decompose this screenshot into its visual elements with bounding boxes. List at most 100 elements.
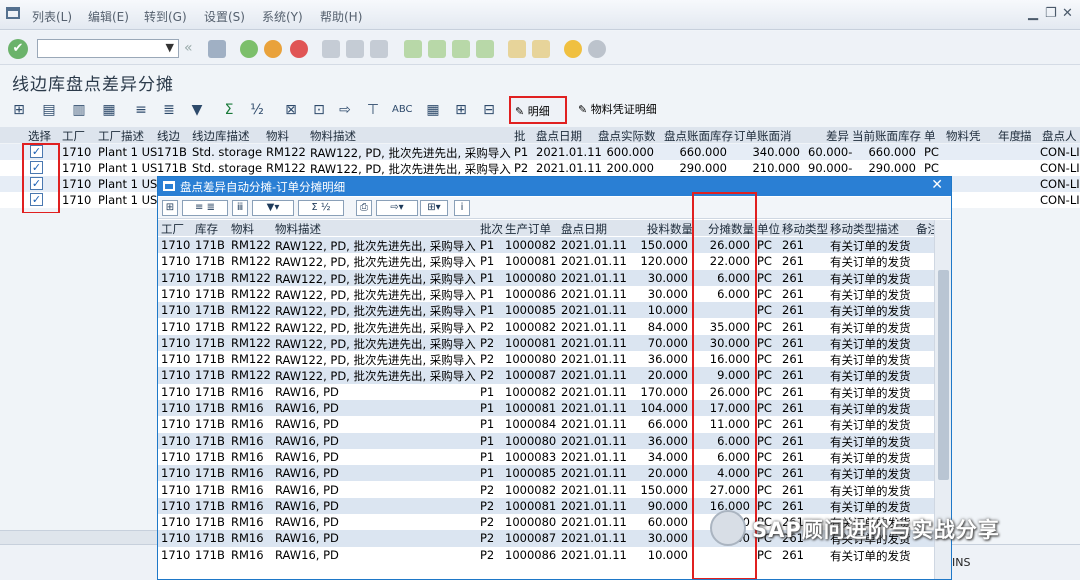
pcol-order[interactable]: 生产订单 xyxy=(505,221,551,237)
sort-descending-icon[interactable]: ≣ xyxy=(160,101,178,119)
filter-icon[interactable]: ▼ xyxy=(188,101,206,119)
cancel-icon[interactable] xyxy=(290,40,308,58)
col-line[interactable]: 线边 xyxy=(157,128,180,144)
popup-table-row[interactable]: 1710 171B RM122 RAW122, PD, 批次先进先出, 采购导入 P2 1… xyxy=(158,318,934,335)
popup-table-row[interactable]: 1710 171B RM122 RAW122, PD, 批次先进先出, 采购导入 P1 1… xyxy=(158,237,934,254)
menu-settings[interactable]: 设置(S) xyxy=(204,8,245,25)
col-material-desc[interactable]: 物料描述 xyxy=(310,128,356,144)
exit-icon[interactable] xyxy=(264,40,282,58)
menu-edit[interactable]: 编辑(E) xyxy=(88,8,129,25)
command-field[interactable]: ▼ xyxy=(37,39,179,58)
word-icon[interactable]: ⊡ xyxy=(310,101,328,119)
popup-table-row[interactable]: 1710 171B RM16 RAW16, PD P1 1000082 2021.01.11… xyxy=(158,383,934,400)
sap-menu-icon[interactable] xyxy=(6,7,20,19)
deselect-icon[interactable]: ▥ xyxy=(70,101,88,119)
col-batch[interactable]: 批 xyxy=(514,128,526,144)
popup-table-row[interactable]: 1710 171B RM16 RAW16, PD P1 1000083 2021.01.11… xyxy=(158,448,934,466)
settings-gear-icon[interactable] xyxy=(588,40,606,58)
col-desc2[interactable]: 描 xyxy=(1020,128,1032,144)
prev-page-icon[interactable] xyxy=(428,40,446,58)
popup-table-row[interactable]: 1710 171B RM16 RAW16, PD P2 1000081 2021.01.11… xyxy=(158,497,934,515)
layout-icon[interactable]: ⊞▾ xyxy=(420,200,448,216)
col-matdoc[interactable]: 物料凭 xyxy=(946,128,981,144)
close-window-icon[interactable]: ✕ xyxy=(1062,6,1073,21)
pcol-plant[interactable]: 工厂 xyxy=(161,221,184,237)
menu-system[interactable]: 系统(Y) xyxy=(262,8,303,25)
col-book-stock[interactable]: 盘点账面库存 xyxy=(664,128,733,144)
export-excel-icon[interactable]: ⊠ xyxy=(282,101,300,119)
restore-icon[interactable]: ❐ xyxy=(1045,6,1057,21)
popup-table-row[interactable]: 1710 171B RM16 RAW16, PD P1 1000084 2021.01.11… xyxy=(158,416,934,433)
back-icon[interactable] xyxy=(240,40,258,58)
find-next-icon[interactable] xyxy=(370,40,388,58)
save-icon[interactable] xyxy=(208,40,226,58)
popup-table-row[interactable]: 1710 171B RM16 RAW16, PD P1 1000080 2021.01.11… xyxy=(158,432,934,449)
main-table-row[interactable]: ✓1710Plant 1 US171BStd. storage 2RM122RA… xyxy=(0,160,1080,176)
pcol-storage[interactable]: 库存 xyxy=(195,221,218,237)
shortcut-icon[interactable] xyxy=(532,40,550,58)
col-unit[interactable]: 单 xyxy=(924,128,936,144)
main-table-row[interactable]: ✓1710Plant 1 US171BStd. storage 2RM122RA… xyxy=(0,144,1080,160)
chevron-down-icon[interactable]: ▼ xyxy=(166,41,174,54)
help-icon[interactable] xyxy=(564,40,582,58)
change-layout-icon[interactable]: ⊞ xyxy=(452,101,470,119)
block-icon[interactable]: ▦ xyxy=(100,101,118,119)
material-document-button[interactable]: ✎ 物料凭证明细 xyxy=(578,101,657,117)
subtotal-icon[interactable]: ½ xyxy=(248,101,266,119)
sort-ascending-icon[interactable]: ≡ xyxy=(132,101,150,119)
horizontal-scrollbar[interactable] xyxy=(0,530,157,544)
export-icon[interactable]: ⇨ xyxy=(336,101,354,119)
col-actual[interactable]: 盘点实际数 xyxy=(598,128,656,144)
popup-table-row[interactable]: 1710 171B RM122 RAW122, PD, 批次先进先出, 采购导入 P2 1… xyxy=(158,334,934,352)
col-plant-desc[interactable]: 工厂描述 xyxy=(98,128,144,144)
pcol-move-desc[interactable]: 移动类型描述 xyxy=(830,221,899,237)
details-icon[interactable]: ⊞ xyxy=(162,200,178,216)
menu-list[interactable]: 列表(L) xyxy=(32,8,72,25)
pcol-move-type[interactable]: 移动类型 xyxy=(782,221,828,237)
find-icon[interactable]: ⅲ xyxy=(232,200,248,216)
pcol-material[interactable]: 物料 xyxy=(231,221,254,237)
detail-button[interactable]: ✎ 明细 xyxy=(509,96,567,124)
first-page-icon[interactable] xyxy=(404,40,422,58)
popup-table-row[interactable]: 1710 171B RM16 RAW16, PD P2 1000082 2021.01.11… xyxy=(158,481,934,498)
back-arrows-icon[interactable]: « xyxy=(184,40,202,58)
scrollbar-thumb[interactable] xyxy=(938,270,949,480)
col-line-desc[interactable]: 线边库描述 xyxy=(192,128,250,144)
col-current-stock[interactable]: 当前账面库存 xyxy=(852,128,921,144)
menu-goto[interactable]: 转到(G) xyxy=(144,8,187,25)
total-icon[interactable]: Σ xyxy=(220,101,238,119)
minimize-icon[interactable]: ▁ xyxy=(1028,6,1038,21)
pcol-input-qty[interactable]: 投料数量 xyxy=(647,221,693,237)
menu-help[interactable]: 帮助(H) xyxy=(320,8,362,25)
print-icon[interactable]: ⎙ xyxy=(356,200,372,216)
popup-table-row[interactable]: 1710 171B RM122 RAW122, PD, 批次先进先出, 采购导入 P1 1… xyxy=(158,302,934,319)
details-icon[interactable]: ⊞ xyxy=(10,101,28,119)
popup-table-row[interactable]: 1710 171B RM16 RAW16, PD P1 1000085 2021.01.11… xyxy=(158,465,934,482)
pcol-unit[interactable]: 单位 xyxy=(757,221,780,237)
info-icon[interactable]: i xyxy=(454,200,470,216)
new-session-icon[interactable] xyxy=(508,40,526,58)
popup-table-row[interactable]: 1710 171B RM122 RAW122, PD, 批次先进先出, 采购导入 P1 1… xyxy=(158,269,934,286)
col-year[interactable]: 年度 xyxy=(998,128,1021,144)
popup-table-row[interactable]: 1710 171B RM122 RAW122, PD, 批次先进先出, 采购导入 P2 1… xyxy=(158,367,934,384)
next-page-icon[interactable] xyxy=(452,40,470,58)
col-material[interactable]: 物料 xyxy=(266,128,289,144)
popup-table-row[interactable]: 1710 171B RM122 RAW122, PD, 批次先进先出, 采购导入 P1 1… xyxy=(158,253,934,270)
col-counter[interactable]: 盘点人 xyxy=(1042,128,1077,144)
enter-check-icon[interactable]: ✔ xyxy=(8,39,28,59)
save-layout-icon[interactable]: ⊟ xyxy=(480,101,498,119)
popup-table-row[interactable]: 1710 171B RM122 RAW122, PD, 批次先进先出, 采购导入 P1 1… xyxy=(158,285,934,303)
col-diff[interactable]: 差异 xyxy=(826,128,849,144)
find-icon[interactable] xyxy=(346,40,364,58)
abc-icon[interactable]: ABC xyxy=(392,101,413,119)
pcol-material-desc[interactable]: 物料描述 xyxy=(275,221,321,237)
col-order-consume[interactable]: 订单账面消 xyxy=(734,128,792,144)
popup-table-row[interactable]: 1710 171B RM16 RAW16, PD P1 1000081 2021.01.11… xyxy=(158,400,934,417)
col-date[interactable]: 盘点日期 xyxy=(536,128,582,144)
total-icon[interactable]: Σ ½ xyxy=(298,200,344,216)
pcol-batch[interactable]: 批次 xyxy=(480,221,503,237)
export-icon[interactable]: ⇨▾ xyxy=(376,200,418,216)
grid-icon[interactable]: ▦ xyxy=(424,101,442,119)
sort-icon[interactable]: ≡ ≣ xyxy=(182,200,228,216)
col-plant[interactable]: 工厂 xyxy=(62,128,85,144)
